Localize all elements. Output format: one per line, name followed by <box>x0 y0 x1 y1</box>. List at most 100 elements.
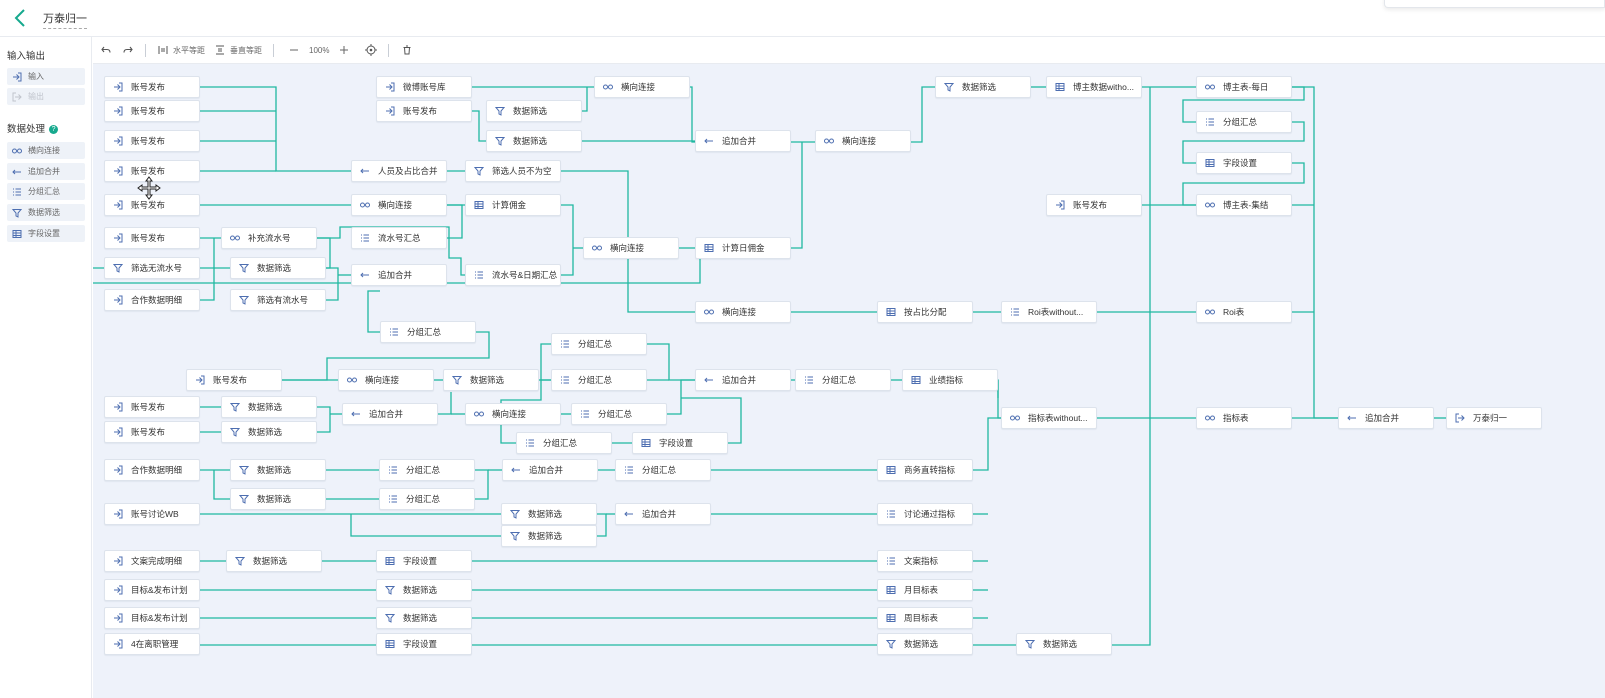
flow-node-input[interactable]: 账号发布 <box>104 100 200 122</box>
flow-node-field[interactable]: 商务直转指标 <box>877 459 973 481</box>
flow-node-group[interactable]: 分组汇总 <box>379 459 475 481</box>
flow-canvas[interactable]: 账号发布 账号发布 账号发布 账号发布 账号发布 账号发布 筛选无流水号 合作数据明细 账号发布… <box>93 64 1605 698</box>
flow-node-input[interactable]: 合作数据明细 <box>104 459 200 481</box>
flow-node-input[interactable]: 4在离职管理 <box>104 633 200 655</box>
sidebar-item-output[interactable]: 输出 <box>7 88 85 105</box>
flow-node-join[interactable]: 博主表-每日 <box>1196 76 1292 98</box>
flow-node-join[interactable]: 横向连接 <box>594 76 690 98</box>
flow-node-group[interactable]: 讨论通过指标 <box>877 503 973 525</box>
flow-node-join[interactable]: 指标表without... <box>1001 407 1097 429</box>
sidebar-item-input[interactable]: 输入 <box>7 68 85 85</box>
flow-node-group[interactable]: 分组汇总 <box>516 432 612 454</box>
sidebar-item-join[interactable]: 横向连接 <box>7 142 85 159</box>
flow-node-filter[interactable]: 筛选人员不为空 <box>465 160 561 182</box>
help-icon[interactable]: ? <box>49 125 59 134</box>
flow-node-join[interactable]: 补充流水号 <box>221 227 317 249</box>
flow-node-field[interactable]: 字段设置 <box>376 633 472 655</box>
undo-icon[interactable] <box>101 37 111 63</box>
flow-node-input[interactable]: 账号发布 <box>104 227 200 249</box>
flow-node-input[interactable]: 账号发布 <box>376 100 472 122</box>
flow-node-field[interactable]: 业绩指标 <box>902 369 998 391</box>
flow-node-field[interactable]: 字段设置 <box>1196 152 1292 174</box>
flow-node-filter[interactable]: 数据筛选 <box>501 503 597 525</box>
flow-node-field[interactable]: 计算日佣金 <box>695 237 791 259</box>
flow-node-append[interactable]: 人员及占比合并 <box>351 160 447 182</box>
flow-node-group[interactable]: 流水号&日期汇总 <box>465 264 561 286</box>
zoom-out-icon[interactable] <box>289 37 299 63</box>
flow-node-join[interactable]: 指标表 <box>1196 407 1292 429</box>
vertical-distribute-button[interactable]: 垂直等距 <box>215 37 262 63</box>
flow-node-filter[interactable]: 数据筛选 <box>230 459 326 481</box>
flow-node-output[interactable]: 万泰归一 <box>1446 407 1542 429</box>
flow-node-field[interactable]: 周目标表 <box>877 607 973 629</box>
flow-node-append[interactable]: 追加合并 <box>502 459 598 481</box>
flow-node-field[interactable]: 按占比分配 <box>877 301 973 323</box>
flow-node-append[interactable]: 追加合并 <box>695 130 791 152</box>
flow-node-input[interactable]: 目标&发布计划 <box>104 607 200 629</box>
flow-node-filter[interactable]: 数据筛选 <box>226 550 322 572</box>
sidebar-item-append[interactable]: 追加合并 <box>7 163 85 180</box>
flow-node-join[interactable]: 横向连接 <box>815 130 911 152</box>
flow-node-filter[interactable]: 数据筛选 <box>376 579 472 601</box>
flow-node-join[interactable]: Roi表 <box>1196 301 1292 323</box>
flow-node-filter[interactable]: 筛选有流水号 <box>230 289 326 311</box>
flow-node-filter[interactable]: 数据筛选 <box>221 421 317 443</box>
flow-node-input[interactable]: 账号发布 <box>104 396 200 418</box>
flow-node-input[interactable]: 微博账号库 <box>376 76 472 98</box>
flow-node-filter[interactable]: 数据筛选 <box>1016 633 1112 655</box>
flow-node-append[interactable]: 追加合并 <box>1338 407 1434 429</box>
flow-node-join[interactable]: 横向连接 <box>465 403 561 425</box>
flow-node-join[interactable]: 横向连接 <box>351 194 447 216</box>
redo-icon[interactable] <box>123 37 133 63</box>
flow-node-group[interactable]: 分组汇总 <box>551 333 647 355</box>
flow-node-input[interactable]: 账号发布 <box>104 421 200 443</box>
flow-node-filter[interactable]: 数据筛选 <box>877 633 973 655</box>
flow-node-filter[interactable]: 数据筛选 <box>230 488 326 510</box>
sidebar-item-filter[interactable]: 数据筛选 <box>7 204 85 221</box>
flow-node-group[interactable]: 文案指标 <box>877 550 973 572</box>
flow-node-field[interactable]: 博主数据witho... <box>1046 76 1142 98</box>
flow-node-join[interactable]: 横向连接 <box>695 301 791 323</box>
flow-node-group[interactable]: 分组汇总 <box>615 459 711 481</box>
flow-node-filter[interactable]: 数据筛选 <box>221 396 317 418</box>
locate-icon[interactable] <box>365 37 377 63</box>
flow-node-join[interactable]: 横向连接 <box>583 237 679 259</box>
flow-node-input[interactable]: 账号讨论WB <box>104 503 200 525</box>
flow-node-join[interactable]: 横向连接 <box>338 369 434 391</box>
flow-node-group[interactable]: 分组汇总 <box>571 403 667 425</box>
flow-node-input[interactable]: 合作数据明细 <box>104 289 200 311</box>
flow-node-filter[interactable]: 筛选无流水号 <box>104 257 200 279</box>
flow-node-filter[interactable]: 数据筛选 <box>501 525 597 547</box>
sidebar-item-group[interactable]: 分组汇总 <box>7 183 85 200</box>
flow-node-input[interactable]: 账号发布 <box>186 369 282 391</box>
flow-node-filter[interactable]: 数据筛选 <box>486 130 582 152</box>
flow-node-field[interactable]: 字段设置 <box>376 550 472 572</box>
flow-node-group[interactable]: Roi表without... <box>1001 301 1097 323</box>
flow-node-append[interactable]: 追加合并 <box>615 503 711 525</box>
flow-node-append[interactable]: 追加合并 <box>695 369 791 391</box>
flow-node-filter[interactable]: 数据筛选 <box>443 369 539 391</box>
flow-node-field[interactable]: 计算佣金 <box>465 194 561 216</box>
flow-node-input[interactable]: 目标&发布计划 <box>104 579 200 601</box>
flow-node-filter[interactable]: 数据筛选 <box>376 607 472 629</box>
flow-node-append[interactable]: 追加合并 <box>342 403 438 425</box>
flow-node-input[interactable]: 账号发布 <box>104 130 200 152</box>
flow-node-input[interactable]: 账号发布 <box>1046 194 1142 216</box>
back-arrow-icon[interactable] <box>10 7 32 29</box>
flow-node-input[interactable]: 账号发布 <box>104 76 200 98</box>
flow-node-group[interactable]: 分组汇总 <box>379 488 475 510</box>
flow-node-group[interactable]: 分组汇总 <box>795 369 891 391</box>
trash-icon[interactable] <box>402 37 412 63</box>
flow-node-join[interactable]: 博主表-集结 <box>1196 194 1292 216</box>
flow-node-group[interactable]: 流水号汇总 <box>351 227 447 249</box>
sidebar-item-field[interactable]: 字段设置 <box>7 225 85 242</box>
horizontal-distribute-button[interactable]: 水平等距 <box>158 37 205 63</box>
flow-node-group[interactable]: 分组汇总 <box>551 369 647 391</box>
zoom-in-icon[interactable] <box>339 37 349 63</box>
page-title[interactable]: 万泰归一 <box>43 10 87 29</box>
flow-node-field[interactable]: 月目标表 <box>877 579 973 601</box>
flow-node-filter[interactable]: 数据筛选 <box>935 76 1031 98</box>
flow-node-input[interactable]: 文案完成明细 <box>104 550 200 572</box>
flow-node-field[interactable]: 字段设置 <box>632 432 728 454</box>
flow-node-group[interactable]: 分组汇总 <box>380 321 476 343</box>
